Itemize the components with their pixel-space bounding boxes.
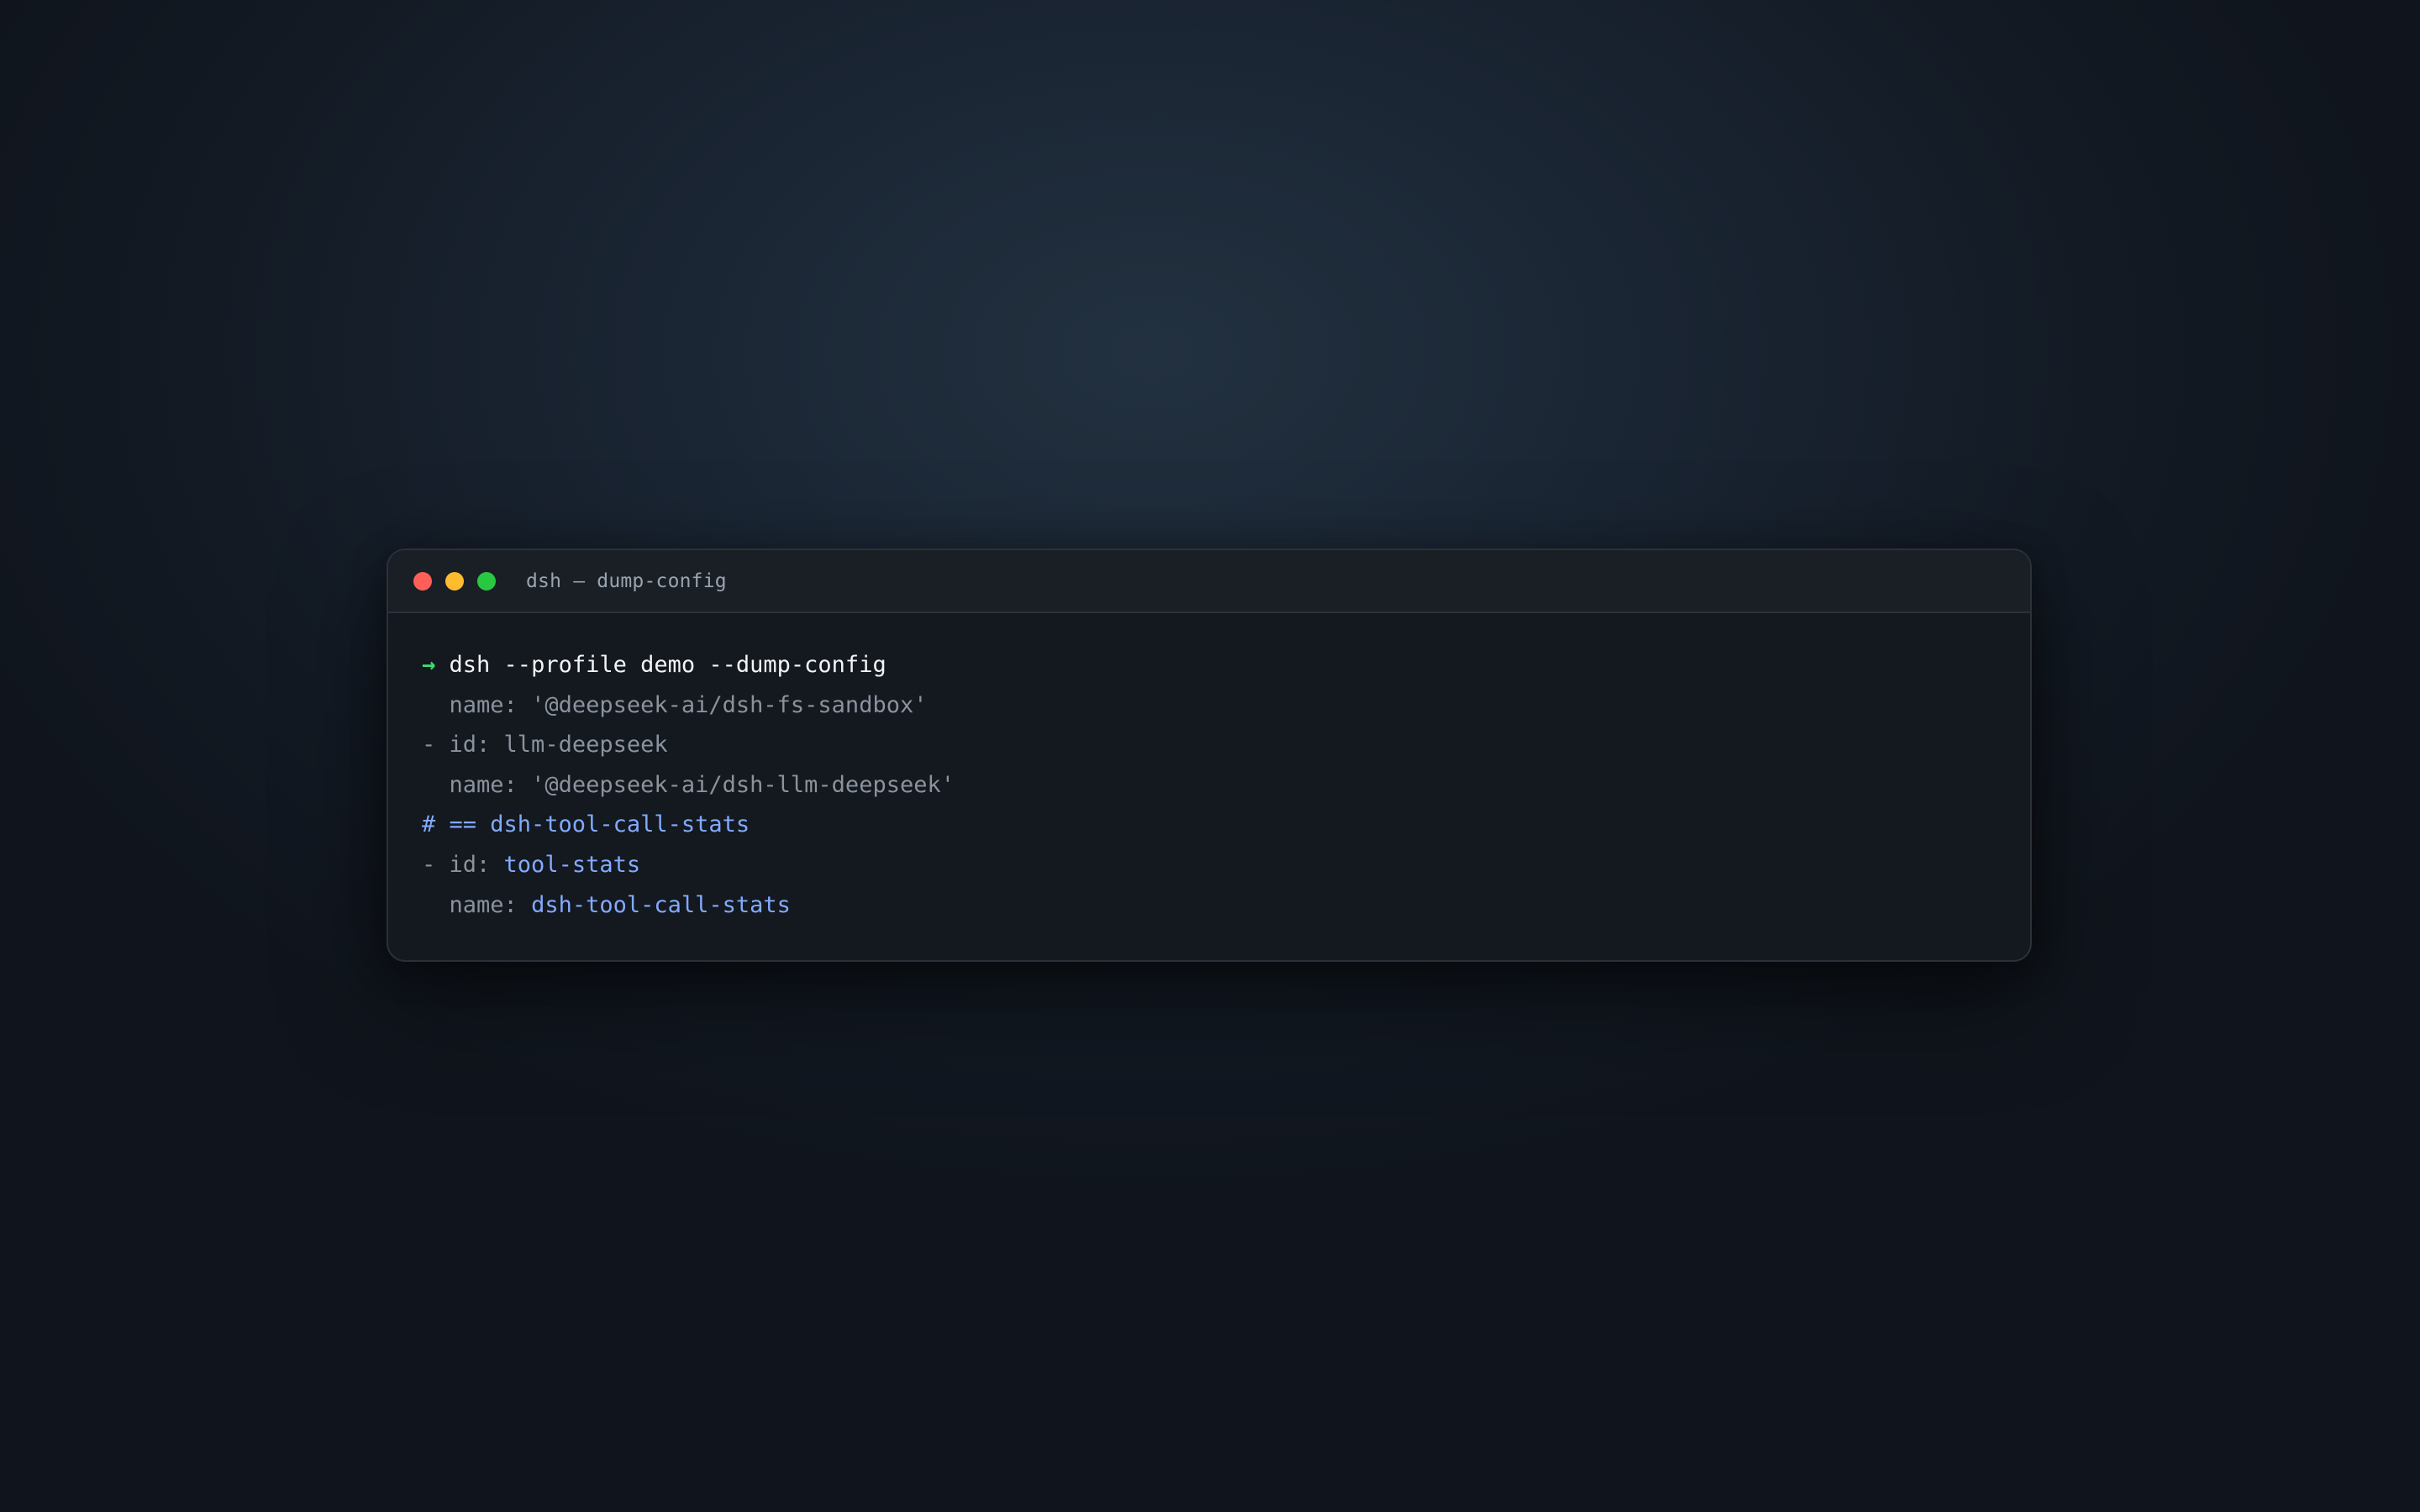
titlebar: dsh — dump-config [388, 550, 2030, 613]
output-line: name: dsh-tool-call-stats [422, 885, 2030, 926]
line-key: name: [449, 891, 532, 918]
line-value: dsh-tool-call-stats [531, 891, 791, 918]
output-line: - id: tool-stats [422, 845, 2030, 885]
line-key: id: [449, 851, 504, 878]
prompt-arrow-icon: → [422, 652, 436, 678]
line-value: tool-stats [503, 851, 641, 878]
line-comment: # == dsh-tool-call-stats [422, 811, 750, 838]
line-key: name: [449, 771, 532, 798]
command-line: → dsh --profile demo --dump-config [422, 645, 2030, 685]
window-title: dsh — dump-config [526, 570, 727, 592]
line-value: '@deepseek-ai/dsh-llm-deepseek' [531, 771, 955, 798]
command-text: dsh --profile demo --dump-config [449, 652, 886, 678]
output-line: - id: llm-deepseek [422, 725, 2030, 765]
terminal-window: dsh — dump-config → dsh --profile demo -… [387, 549, 2032, 962]
output-line: name: '@deepseek-ai/dsh-llm-deepseek' [422, 765, 2030, 806]
terminal-output[interactable]: → dsh --profile demo --dump-config name:… [388, 613, 2030, 925]
output-line: # == dsh-tool-call-stats [422, 805, 2030, 845]
line-indent: - [422, 732, 450, 759]
minimize-button[interactable] [445, 571, 464, 591]
line-value: llm-deepseek [503, 732, 668, 759]
line-key: id: [449, 732, 504, 759]
maximize-button[interactable] [477, 571, 496, 591]
close-button[interactable] [413, 571, 432, 591]
line-value: '@deepseek-ai/dsh-fs-sandbox' [531, 691, 928, 718]
line-indent: - [422, 851, 450, 878]
line-key: name: [449, 691, 532, 718]
output-line: name: '@deepseek-ai/dsh-fs-sandbox' [422, 685, 2030, 726]
